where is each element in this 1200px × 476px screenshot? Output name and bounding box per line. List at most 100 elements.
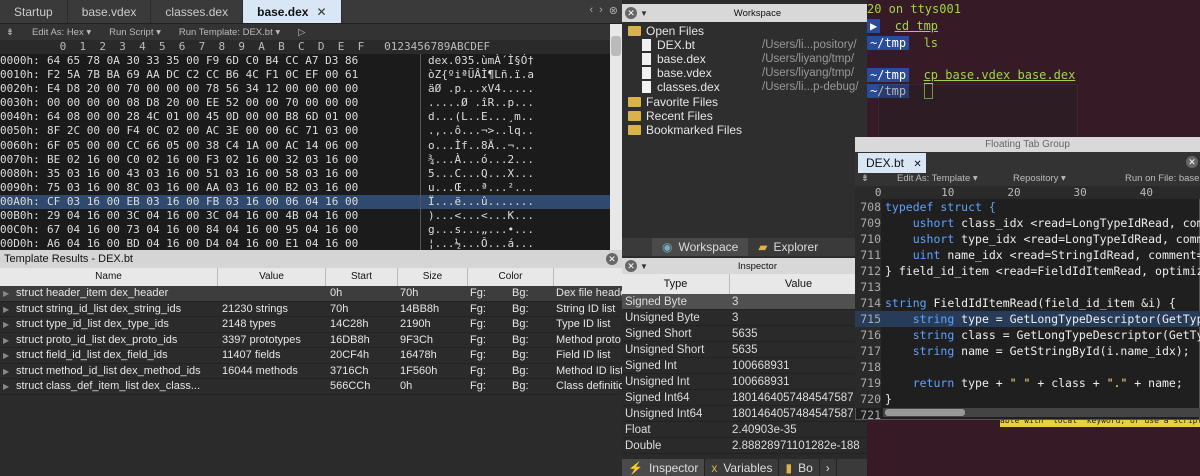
- column-color[interactable]: Color: [468, 268, 554, 286]
- edit-as-dropdown[interactable]: Edit As: Template ▾: [897, 173, 978, 184]
- close-icon[interactable]: ✕: [625, 7, 637, 19]
- hex-vertical-scrollbar[interactable]: [610, 24, 622, 250]
- hex-row[interactable]: 0050h: 8F 2C 00 00 F4 0C 02 00 AC 3E 00 0…: [0, 124, 610, 138]
- hex-row[interactable]: 00C0h: 67 04 16 00 73 04 16 00 84 04 16 0…: [0, 223, 610, 237]
- tab-classes-dex[interactable]: classes.dex: [151, 0, 244, 23]
- workspace-file[interactable]: classes.dex: [642, 80, 720, 94]
- close-tab-icon[interactable]: ✕: [316, 5, 326, 19]
- close-icon[interactable]: ✕: [625, 260, 637, 272]
- template-row[interactable]: ▶ struct field_id_list dex_field_ids 11407…: [0, 348, 622, 364]
- play-icon[interactable]: ▷: [298, 27, 305, 38]
- hex-row[interactable]: 0020h: E4 D8 20 00 70 00 00 00 78 56 34 1…: [0, 82, 610, 96]
- expand-icon[interactable]: ▶: [3, 317, 9, 333]
- tab-startup[interactable]: Startup: [0, 0, 68, 23]
- inspector-row[interactable]: Unsigned Short 5635: [622, 342, 867, 358]
- expand-icon[interactable]: ▶: [3, 302, 9, 318]
- tab-variables[interactable]: x Variables: [705, 459, 780, 476]
- run-on-file-dropdown[interactable]: Run on File: base: [1125, 173, 1199, 184]
- expand-icon[interactable]: ▶: [3, 286, 9, 302]
- column-value[interactable]: Value: [730, 274, 867, 294]
- scrollbar-thumb[interactable]: [611, 36, 621, 56]
- template-row[interactable]: ▶ struct method_id_list dex_method_ids 160…: [0, 364, 622, 380]
- workspace-file[interactable]: DEX.bt: [642, 38, 695, 52]
- code-line[interactable]: 712} field_id_item <read=FieldIdItemRead…: [855, 263, 1200, 279]
- code-line[interactable]: 717 string name = GetStringById(i.name_i…: [855, 343, 1200, 359]
- bookmarked-files-group[interactable]: Bookmarked Files: [628, 123, 742, 137]
- tab-base-vdex[interactable]: base.vdex: [68, 0, 152, 23]
- workspace-file[interactable]: base.dex: [642, 52, 706, 66]
- tab-dex-bt[interactable]: DEX.bt ✕: [858, 153, 926, 173]
- column-comment[interactable]: [554, 268, 622, 286]
- code-line[interactable]: 709 ushort class_idx <read=LongTypeIdRea…: [855, 215, 1200, 231]
- inspector-row[interactable]: Float 2.40903e-35: [622, 422, 867, 438]
- tab-explorer[interactable]: ▰ Explorer: [748, 238, 828, 256]
- code-line[interactable]: 716 string class = GetLongTypeDescriptor…: [855, 327, 1200, 343]
- hex-row[interactable]: 00B0h: 29 04 16 00 3C 04 16 00 3C 04 16 0…: [0, 209, 610, 223]
- expand-icon[interactable]: ▶: [3, 333, 9, 349]
- floating-tab-group-title[interactable]: Floating Tab Group: [855, 137, 1200, 152]
- code-line[interactable]: 713: [855, 279, 1200, 295]
- template-row[interactable]: ▶ struct proto_id_list dex_proto_ids 3397 …: [0, 333, 622, 349]
- hex-row[interactable]: 0010h: F2 5A 7B BA 69 AA DC C2 CC B6 4C F…: [0, 68, 610, 82]
- recent-files-group[interactable]: Recent Files: [628, 109, 713, 123]
- code-line[interactable]: 715 string type = GetLongTypeDescriptor(…: [855, 311, 1200, 327]
- column-name[interactable]: Name: [0, 268, 218, 286]
- tab-inspector[interactable]: ⚡ Inspector: [622, 459, 706, 476]
- hex-row[interactable]: 0070h: BE 02 16 00 C0 02 16 00 F3 02 16 0…: [0, 153, 610, 167]
- template-row[interactable]: ▶ struct class_def_item_list dex_class...…: [0, 379, 622, 395]
- hex-row[interactable]: 0060h: 6F 05 00 00 CC 66 05 00 38 C4 1A 0…: [0, 139, 610, 153]
- edit-as-dropdown[interactable]: Edit As: Hex ▾: [32, 27, 91, 38]
- hex-row[interactable]: 00D0h: A6 04 16 00 BD 04 16 00 D4 04 16 0…: [0, 237, 610, 250]
- inspector-row[interactable]: Unsigned Byte 3: [622, 310, 867, 326]
- close-all-icon[interactable]: ⊗: [609, 4, 618, 17]
- expand-icon[interactable]: ▶: [3, 364, 9, 380]
- inspector-row[interactable]: Unsigned Int64 1801464057484547587: [622, 406, 867, 422]
- hex-row[interactable]: 0000h: 64 65 78 0A 30 33 35 00 F9 6D C0 B…: [0, 54, 610, 68]
- chevron-right-icon[interactable]: ›: [599, 4, 603, 17]
- inspector-row[interactable]: Signed Int64 1801464057484547587: [622, 390, 867, 406]
- code-line[interactable]: 720}: [855, 391, 1200, 407]
- repository-dropdown[interactable]: Repository ▾: [1013, 173, 1066, 184]
- chevron-down-icon[interactable]: ▼: [640, 262, 648, 271]
- template-row[interactable]: ▶ struct type_id_list dex_type_ids 2148 ty…: [0, 317, 622, 333]
- open-files-group[interactable]: Open Files: [628, 24, 704, 38]
- tab-base-dex[interactable]: base.dex ✕: [243, 0, 342, 23]
- close-icon[interactable]: ✕: [606, 253, 618, 265]
- template-row[interactable]: ▶ struct header_item dex_header 0h 70h Fg: Bg…: [0, 286, 622, 302]
- column-start[interactable]: Start: [326, 268, 398, 286]
- column-size[interactable]: Size: [398, 268, 468, 286]
- inspector-row[interactable]: Double 2.88828971101282e-188: [622, 438, 867, 454]
- template-row[interactable]: ▶ struct string_id_list dex_string_ids 212…: [0, 302, 622, 318]
- code-line[interactable]: 710 ushort type_idx <read=LongTypeIdRead…: [855, 231, 1200, 247]
- workspace-file[interactable]: base.vdex: [642, 66, 712, 80]
- favorite-files-group[interactable]: Favorite Files: [628, 95, 718, 109]
- expand-icon[interactable]: ▶: [3, 348, 9, 364]
- code-line[interactable]: 714 string FieldIdItemRead(field_id_item …: [855, 295, 1200, 311]
- hex-row[interactable]: 00A0h: CF 03 16 00 EB 03 16 00 FB 03 16 0…: [0, 194, 610, 210]
- run-script-dropdown[interactable]: Run Script ▾: [109, 27, 161, 38]
- expand-icon[interactable]: ▶: [3, 379, 9, 395]
- hex-row[interactable]: 0090h: 75 03 16 00 8C 03 16 00 AA 03 16 0…: [0, 181, 610, 195]
- hex-view[interactable]: 0000h: 64 65 78 0A 30 33 35 00 F9 6D C0 B…: [0, 54, 610, 250]
- chevron-left-icon[interactable]: ‹: [589, 4, 593, 17]
- inspector-row[interactable]: Signed Byte 3: [622, 294, 867, 310]
- code-line[interactable]: 711 uint name_idx <read=StringIdRead, co…: [855, 247, 1200, 263]
- scrollbar-thumb[interactable]: [885, 409, 965, 416]
- tab-more[interactable]: ›: [820, 459, 837, 476]
- code-line[interactable]: 708 typedef struct {: [855, 199, 1200, 215]
- inspector-row[interactable]: Signed Int 100668931: [622, 358, 867, 374]
- inspector-row[interactable]: Unsigned Int 100668931: [622, 374, 867, 390]
- code-line[interactable]: 718: [855, 359, 1200, 375]
- code-line[interactable]: 719 return type + " " + class + "." + na…: [855, 375, 1200, 391]
- column-value[interactable]: Value: [218, 268, 326, 286]
- inspector-row[interactable]: Signed Short 5635: [622, 326, 867, 342]
- close-icon[interactable]: ✕: [1186, 156, 1198, 168]
- hex-row[interactable]: 0080h: 35 03 16 00 43 03 16 00 51 03 16 0…: [0, 167, 610, 181]
- run-template-dropdown[interactable]: Run Template: DEX.bt ▾: [179, 27, 280, 38]
- hex-row[interactable]: 0030h: 00 00 00 00 08 D8 20 00 EE 52 00 0…: [0, 96, 610, 110]
- hex-row[interactable]: 0040h: 64 08 00 00 28 4C 01 00 45 0D 00 0…: [0, 110, 610, 124]
- chevron-down-icon[interactable]: ▼: [640, 9, 648, 18]
- tab-workspace[interactable]: ◉ Workspace: [652, 238, 749, 256]
- tab-bookmarks[interactable]: ▮ Bo: [779, 459, 820, 476]
- column-type[interactable]: Type: [622, 274, 730, 294]
